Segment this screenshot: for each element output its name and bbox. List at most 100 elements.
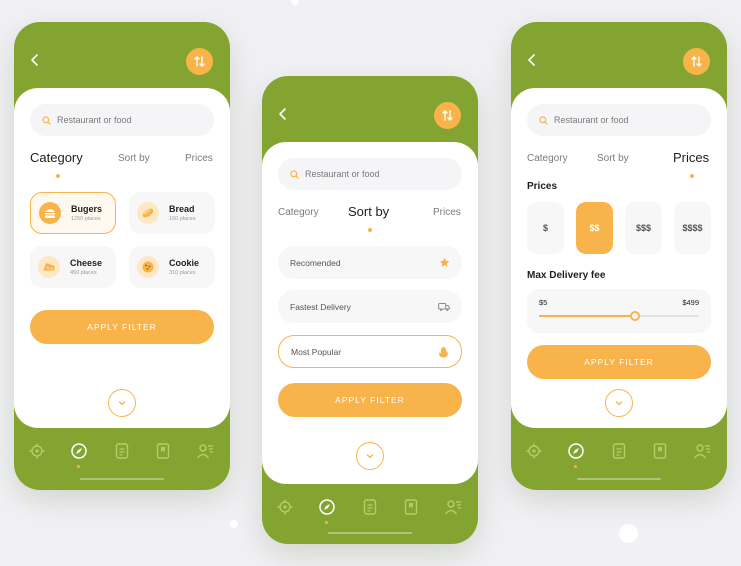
search-input[interactable]	[554, 115, 704, 125]
document-icon[interactable]	[610, 442, 628, 460]
category-burgers[interactable]: Bugers 1250 places	[30, 192, 116, 234]
sort-button[interactable]	[683, 48, 710, 75]
user-list-icon[interactable]	[693, 442, 711, 460]
delivery-fee-label: Max Delivery fee	[527, 270, 606, 281]
active-nav-indicator	[325, 521, 328, 524]
tab-prices[interactable]: Prices	[673, 150, 709, 165]
location-icon[interactable]	[276, 498, 294, 516]
price-level-2[interactable]: $$	[576, 202, 613, 254]
active-tab-indicator	[56, 174, 60, 178]
back-button[interactable]	[276, 107, 290, 121]
phone-category-filter: Category Sort by Prices Bugers 1250 plac…	[14, 22, 230, 490]
search-bar[interactable]	[527, 104, 711, 136]
search-bar[interactable]	[278, 158, 462, 190]
compass-icon[interactable]	[70, 442, 88, 460]
tab-prices[interactable]: Prices	[185, 153, 213, 164]
chevron-down-icon	[366, 454, 374, 459]
compass-icon[interactable]	[318, 498, 336, 516]
truck-icon	[438, 302, 450, 311]
top-bar	[14, 22, 230, 82]
home-indicator	[328, 532, 412, 534]
home-indicator	[80, 478, 164, 480]
compass-icon[interactable]	[567, 442, 585, 460]
expand-button[interactable]	[356, 442, 384, 470]
apply-filter-button[interactable]: APPLY FILTER	[527, 345, 711, 379]
price-level-4[interactable]: $$$$	[674, 202, 711, 254]
tab-category[interactable]: Category	[30, 150, 83, 165]
sort-arrows-icon	[442, 110, 453, 121]
delivery-fee-slider[interactable]: $5 $499	[527, 289, 711, 333]
phone-prices-filter: Category Sort by Prices Prices $ $$ $$$ …	[511, 22, 727, 490]
tab-sort-by[interactable]: Sort by	[597, 153, 629, 164]
back-button[interactable]	[28, 53, 42, 67]
filter-card: Category Sort by Prices Prices $ $$ $$$ …	[511, 88, 727, 428]
bottom-nav	[14, 436, 230, 480]
category-name: Cheese	[70, 258, 103, 268]
apply-filter-button[interactable]: APPLY FILTER	[278, 383, 462, 417]
tab-category[interactable]: Category	[527, 153, 568, 164]
search-input[interactable]	[305, 169, 455, 179]
slider-track[interactable]	[539, 311, 699, 321]
category-count: 450 places	[70, 270, 97, 276]
document-icon[interactable]	[361, 498, 379, 516]
search-icon	[290, 169, 299, 179]
price-level-1[interactable]: $	[527, 202, 564, 254]
phone-sort-filter: Category Sort by Prices Recomended Faste…	[262, 76, 478, 544]
filter-tabs: Category Sort by Prices	[278, 204, 462, 232]
sort-option-most-popular[interactable]: Most Popular	[278, 335, 462, 368]
sort-option-fastest-delivery[interactable]: Fastest Delivery	[278, 290, 462, 323]
document-icon[interactable]	[113, 442, 131, 460]
category-bread[interactable]: Bread 160 places	[129, 192, 215, 234]
sort-option-recommended[interactable]: Recomended	[278, 246, 462, 279]
slider-min-label: $5	[539, 298, 548, 307]
sort-arrows-icon	[194, 56, 205, 67]
location-icon[interactable]	[525, 442, 543, 460]
user-list-icon[interactable]	[196, 442, 214, 460]
tab-sort-by[interactable]: Sort by	[348, 204, 389, 219]
bread-icon	[137, 202, 159, 224]
prices-section-label: Prices	[527, 181, 558, 192]
search-input[interactable]	[57, 115, 207, 125]
background-dot	[619, 524, 638, 543]
category-name: Bugers	[71, 204, 103, 214]
apply-filter-button[interactable]: APPLY FILTER	[30, 310, 214, 344]
slider-max-label: $499	[682, 298, 699, 307]
user-list-icon[interactable]	[444, 498, 462, 516]
tab-category[interactable]: Category	[278, 207, 319, 218]
background-dot	[230, 520, 238, 528]
sort-option-label: Fastest Delivery	[290, 301, 351, 312]
slider-thumb[interactable]	[630, 311, 640, 321]
bottom-nav	[511, 436, 727, 480]
active-tab-indicator	[368, 228, 372, 232]
chevron-left-icon	[279, 108, 286, 120]
category-count: 310 places	[169, 270, 196, 276]
tab-sort-by[interactable]: Sort by	[118, 153, 150, 164]
category-cookie[interactable]: Cookie 310 places	[129, 246, 215, 288]
active-nav-indicator	[574, 465, 577, 468]
category-cheese[interactable]: Cheese 450 places	[30, 246, 116, 288]
back-button[interactable]	[525, 53, 539, 67]
top-bar	[511, 22, 727, 82]
burger-icon	[39, 202, 61, 224]
filter-tabs: Category Sort by Prices	[527, 150, 711, 178]
bookmark-icon[interactable]	[402, 498, 420, 516]
category-name: Cookie	[169, 258, 200, 268]
cheese-icon	[38, 256, 60, 278]
bookmark-icon[interactable]	[154, 442, 172, 460]
filter-card: Category Sort by Prices Bugers 1250 plac…	[14, 88, 230, 428]
cookie-icon	[137, 256, 159, 278]
sort-option-label: Recomended	[290, 257, 341, 268]
bottom-nav	[262, 492, 478, 534]
expand-button[interactable]	[605, 389, 633, 417]
expand-button[interactable]	[108, 389, 136, 417]
sort-button[interactable]	[434, 102, 461, 129]
flame-icon	[439, 346, 448, 357]
bookmark-icon[interactable]	[651, 442, 669, 460]
location-icon[interactable]	[28, 442, 46, 460]
sort-button[interactable]	[186, 48, 213, 75]
search-bar[interactable]	[30, 104, 214, 136]
tab-prices[interactable]: Prices	[433, 207, 461, 218]
chevron-left-icon	[528, 54, 535, 66]
sort-option-label: Most Popular	[291, 346, 342, 357]
price-level-3[interactable]: $$$	[625, 202, 662, 254]
